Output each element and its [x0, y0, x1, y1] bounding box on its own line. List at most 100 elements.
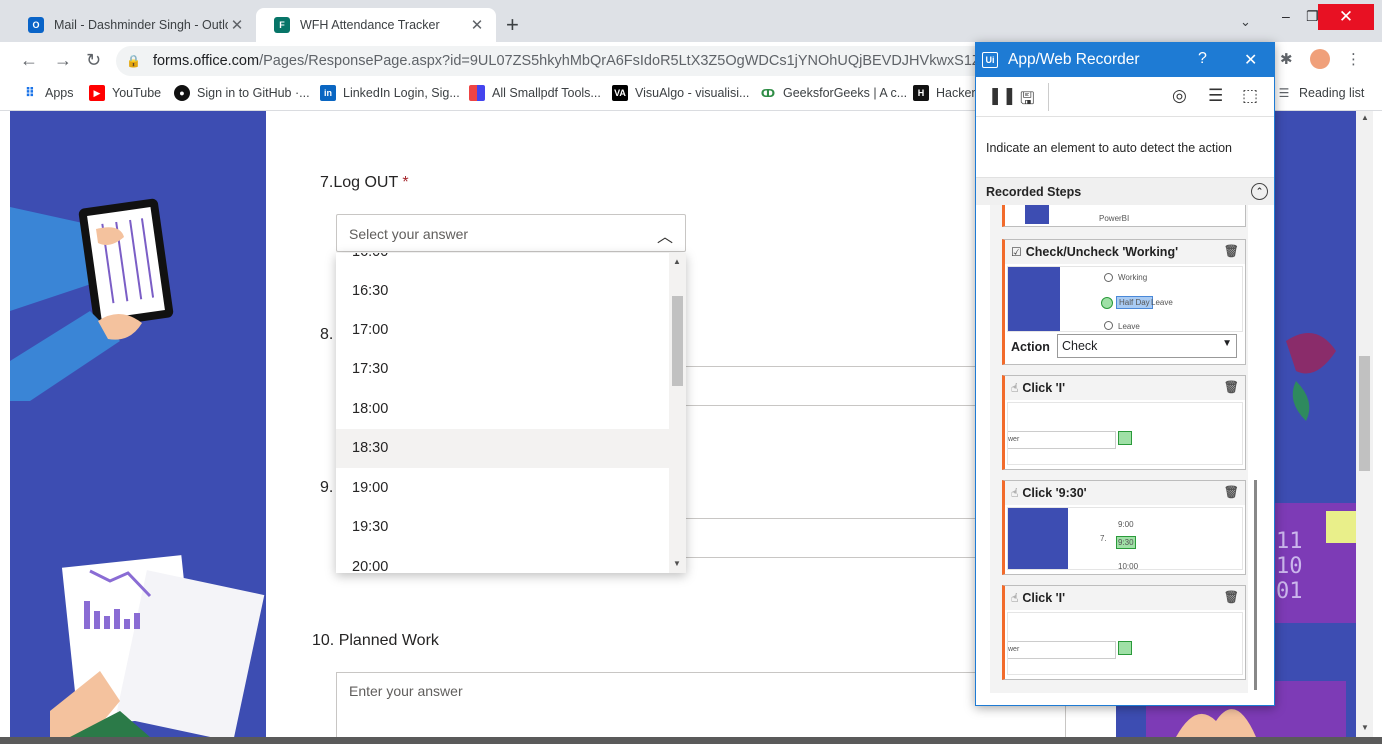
step-card-previous[interactable]: PowerBI	[1002, 205, 1246, 227]
bookmark-geeksforgeeks[interactable]: ↀ GeeksforGeeks | A c...	[760, 85, 907, 101]
scroll-down-arrow-icon[interactable]: ▼	[1361, 723, 1369, 732]
click-icon: ☝	[1011, 591, 1019, 605]
logout-select[interactable]: Select your answer ︿	[336, 214, 686, 252]
lock-icon: 🔒	[126, 54, 141, 68]
step-card-click-i[interactable]: ☝ Click 'I' 🗑 wer	[1002, 585, 1246, 680]
bookmark-label: Sign in to GitHub ·...	[197, 86, 310, 100]
step-card-click-i[interactable]: ☝ Click 'I' 🗑 wer	[1002, 375, 1246, 470]
logout-dropdown-list[interactable]: 16:00 16:30 17:00 17:30 18:00 18:30 19:0…	[336, 253, 686, 573]
dropdown-scrollbar[interactable]: ▲ ▼	[669, 253, 686, 573]
radio-icon	[1104, 321, 1113, 330]
bookmark-apps[interactable]: ⠿ Apps	[22, 85, 74, 101]
page-scrollbar[interactable]: ▲ ▼	[1356, 111, 1373, 737]
scroll-up-arrow-icon[interactable]: ▲	[1361, 113, 1369, 122]
menu-icon[interactable]: ⋮	[1346, 50, 1361, 68]
thumb-image	[1008, 508, 1068, 569]
tab-search-icon[interactable]: ⌄	[1240, 14, 1251, 30]
dropdown-option[interactable]: 19:00	[336, 469, 669, 508]
binary-line: 10	[1276, 554, 1303, 579]
question-9-number: 9.	[320, 479, 334, 496]
dropdown-option[interactable]: 18:00	[336, 390, 669, 429]
extensions-icon[interactable]: ✱	[1280, 50, 1293, 68]
input-placeholder: Enter your answer	[349, 683, 463, 699]
recorder-toolbar: ❚❚ 🖫 ◎ ☰ ⬚	[976, 77, 1274, 117]
click-icon: ☝	[1011, 381, 1019, 395]
step-title: Click 'I'	[1022, 591, 1066, 605]
tab-mail[interactable]: O Mail - Dashminder Singh - Outlo ✕	[10, 8, 256, 42]
linkedin-icon: in	[320, 85, 336, 101]
scroll-down-arrow-icon[interactable]: ▼	[673, 559, 681, 568]
bookmark-github[interactable]: ● Sign in to GitHub ·...	[174, 85, 310, 101]
step-card-click-930[interactable]: ☝ Click '9:30' 🗑 7. 9:00 9:30 10:00	[1002, 480, 1246, 575]
bookmark-visualgo[interactable]: VA VisuAlgo - visualisi...	[612, 85, 749, 101]
window-close-button[interactable]: ✕	[1318, 4, 1374, 30]
page-scroll-thumb[interactable]	[1359, 356, 1370, 471]
dropdown-option[interactable]: 19:30	[336, 508, 669, 547]
tab-wfh-attendance[interactable]: F WFH Attendance Tracker ✕	[256, 8, 496, 42]
close-icon[interactable]: ✕	[1244, 50, 1257, 70]
close-tab-icon[interactable]: ✕	[228, 16, 246, 34]
pause-icon[interactable]: ❚❚	[988, 86, 1017, 106]
target-marker-icon	[1101, 297, 1113, 309]
steps-scroll-thumb[interactable]	[1254, 480, 1257, 690]
step-title: Check/Uncheck 'Working'	[1025, 245, 1179, 259]
help-button[interactable]: ?	[1198, 50, 1207, 68]
trash-icon[interactable]: 🗑	[1224, 485, 1239, 499]
question-number: 7.	[320, 174, 334, 191]
url-host: forms.office.com	[152, 53, 260, 69]
visualgo-icon: VA	[612, 85, 628, 101]
collapse-icon[interactable]: ⌃	[1251, 183, 1268, 200]
minimize-icon[interactable]: –	[1282, 8, 1290, 24]
dropdown-option[interactable]: 16:30	[336, 272, 669, 311]
smallpdf-icon	[469, 85, 485, 101]
thumb-text: Working	[1118, 273, 1148, 282]
binary-line: 11	[1276, 529, 1303, 554]
trash-icon[interactable]: 🗑	[1224, 590, 1239, 604]
bookmark-label: GeeksforGeeks | A c...	[783, 86, 908, 100]
new-tab-button[interactable]: +	[506, 12, 519, 38]
thumb-text: wer	[1008, 641, 1116, 659]
checkbox-icon: ☑	[1011, 245, 1022, 259]
chevron-up-icon: ︿	[656, 229, 673, 246]
close-tab-icon[interactable]: ✕	[468, 16, 486, 34]
reading-list[interactable]: ☰ Reading list	[1276, 85, 1365, 101]
profile-avatar[interactable]	[1310, 49, 1330, 69]
restore-icon[interactable]: ❐	[1306, 8, 1319, 25]
outlook-icon: O	[28, 17, 44, 33]
uipath-logo-icon: Ui	[982, 52, 998, 68]
screen-select-icon[interactable]: ⬚	[1242, 86, 1258, 106]
save-icon[interactable]: 🖫	[1020, 86, 1034, 115]
list-check-icon[interactable]: ☰	[1208, 86, 1223, 106]
step-card-check-working[interactable]: ☑ Check/Uncheck 'Working' 🗑 Working Half D…	[1002, 239, 1246, 365]
action-select[interactable]: Check ▼	[1057, 334, 1237, 358]
back-arrow-icon[interactable]: ←	[20, 50, 38, 71]
trash-icon[interactable]: 🗑	[1224, 244, 1239, 258]
target-marker-icon	[1118, 431, 1132, 445]
trash-icon[interactable]: 🗑	[1224, 380, 1239, 394]
bookmark-smallpdf[interactable]: All Smallpdf Tools...	[469, 85, 601, 101]
reading-list-label: Reading list	[1299, 86, 1365, 100]
action-row: Action Check ▼	[1005, 332, 1245, 362]
question-text: Log OUT	[333, 174, 398, 191]
bookmark-hacker[interactable]: H Hacker	[913, 85, 976, 101]
steps-scrollbar[interactable]	[1252, 205, 1260, 693]
dropdown-scroll-thumb[interactable]	[672, 296, 683, 386]
reload-icon[interactable]: ↻	[86, 50, 101, 71]
forward-arrow-icon[interactable]: →	[54, 50, 72, 71]
dropdown-option-highlighted[interactable]: 18:30	[336, 429, 669, 468]
recorder-hint: Indicate an element to auto detect the a…	[986, 141, 1233, 155]
thumb-text: 9:00	[1118, 520, 1134, 529]
toolbar-divider	[1048, 83, 1049, 111]
planned-work-input[interactable]: Enter your answer	[336, 672, 1066, 737]
dropdown-option[interactable]: 16:00	[336, 253, 669, 272]
reading-list-icon: ☰	[1278, 86, 1290, 100]
scroll-up-arrow-icon[interactable]: ▲	[673, 257, 681, 266]
bookmark-linkedin[interactable]: in LinkedIn Login, Sig...	[320, 85, 460, 101]
dropdown-option[interactable]: 17:00	[336, 311, 669, 350]
dropdown-option[interactable]: 20:00	[336, 548, 669, 573]
bookmark-youtube[interactable]: ▶ YouTube	[89, 85, 161, 101]
thumb-text: Leave	[1118, 322, 1140, 331]
hackerrank-icon: H	[913, 85, 929, 101]
dropdown-option[interactable]: 17:30	[336, 350, 669, 389]
target-icon[interactable]: ◎	[1172, 86, 1187, 106]
